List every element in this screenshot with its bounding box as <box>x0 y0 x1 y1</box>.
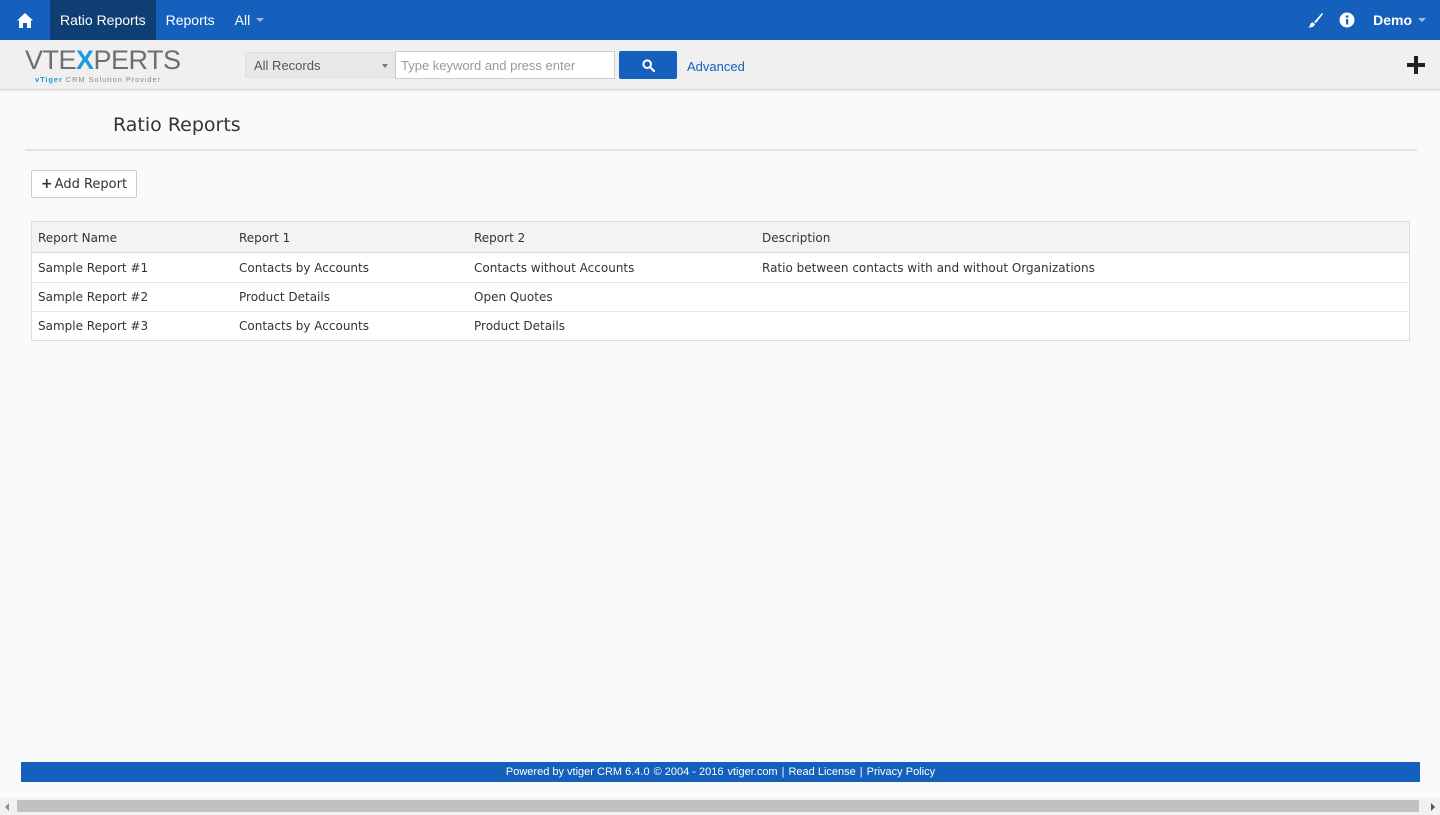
search-button[interactable] <box>619 51 677 79</box>
horizontal-scrollbar[interactable] <box>0 798 1440 815</box>
search-icon <box>641 58 655 72</box>
top-right-tools: Demo <box>1299 0 1440 40</box>
search-bar: VTEXPERTS vTiger CRM Solution Provider A… <box>0 40 1440 90</box>
logo-wordmark: VTEXPERTS <box>25 45 181 75</box>
footer-copyright: © 2004 - 2016 <box>653 766 724 778</box>
brush-icon[interactable] <box>1299 0 1331 40</box>
reports-table: Report Name Report 1 Report 2 Descriptio… <box>31 221 1410 341</box>
chevron-down-icon <box>1418 18 1426 22</box>
chevron-down-icon <box>382 64 388 68</box>
cell-report-2: Contacts without Accounts <box>474 260 635 275</box>
user-menu[interactable]: Demo <box>1363 12 1440 28</box>
quick-create-button[interactable] <box>1403 52 1429 78</box>
record-filter-value: All Records <box>254 58 321 73</box>
tab-label: All <box>234 12 251 28</box>
column-header-description[interactable]: Description <box>756 231 1409 245</box>
add-report-button[interactable]: + Add Report <box>31 170 137 198</box>
user-name: Demo <box>1373 12 1412 28</box>
chevron-down-icon <box>256 18 265 22</box>
privacy-policy-link[interactable]: Privacy Policy <box>867 766 935 778</box>
tab-ratio-reports[interactable]: Ratio Reports <box>50 0 156 40</box>
company-logo[interactable]: VTEXPERTS vTiger CRM Solution Provider <box>25 47 185 85</box>
search-input[interactable] <box>395 51 615 79</box>
cell-report-2: Product Details <box>474 319 565 333</box>
tab-reports[interactable]: Reports <box>156 0 225 40</box>
table-row[interactable]: Sample Report #2 Product Details Open Qu… <box>32 282 1409 311</box>
top-navbar: Ratio Reports Reports All Demo <box>0 0 1440 40</box>
tab-label: Reports <box>165 12 215 28</box>
read-license-link[interactable]: Read License <box>788 766 855 778</box>
cell-report-name: Sample Report #1 <box>38 260 149 275</box>
footer-separator: | <box>859 766 863 778</box>
tab-label: Ratio Reports <box>60 12 146 28</box>
scrollbar-thumb[interactable] <box>17 800 1419 812</box>
cell-report-1: Contacts by Accounts <box>239 260 369 275</box>
table-header-row: Report Name Report 1 Report 2 Descriptio… <box>32 222 1409 253</box>
page-title: Ratio Reports <box>113 114 241 136</box>
footer-separator: | <box>781 766 785 778</box>
divider <box>25 149 1417 151</box>
footer-site-link[interactable]: vtiger.com <box>727 766 777 778</box>
record-filter-select[interactable]: All Records <box>245 52 395 78</box>
plus-icon: + <box>40 176 53 192</box>
logo-tagline: vTiger CRM Solution Provider <box>35 75 161 84</box>
add-report-label: Add Report <box>54 176 128 192</box>
cell-description: Ratio between contacts with and without … <box>762 260 1095 275</box>
cell-report-2: Open Quotes <box>474 290 553 304</box>
table-row[interactable]: Sample Report #1 Contacts by Accounts Co… <box>32 253 1409 282</box>
tab-all-menu[interactable]: All <box>225 0 275 40</box>
advanced-search-link[interactable]: Advanced <box>687 59 745 74</box>
home-icon[interactable] <box>0 0 50 40</box>
cell-report-1: Product Details <box>239 290 330 304</box>
cell-report-1: Contacts by Accounts <box>239 319 369 333</box>
footer: Powered by vtiger CRM 6.4.0 © 2004 - 201… <box>21 762 1420 782</box>
column-header-report-1[interactable]: Report 1 <box>233 231 468 245</box>
info-icon[interactable] <box>1331 0 1363 40</box>
plus-icon <box>1407 56 1425 74</box>
scroll-right-icon[interactable] <box>1431 803 1435 811</box>
column-header-report-name[interactable]: Report Name <box>32 231 233 245</box>
cell-report-name: Sample Report #2 <box>38 290 149 304</box>
cell-report-name: Sample Report #3 <box>38 319 149 333</box>
scroll-left-icon[interactable] <box>5 803 9 811</box>
table-row[interactable]: Sample Report #3 Contacts by Accounts Pr… <box>32 311 1409 340</box>
column-header-report-2[interactable]: Report 2 <box>468 231 756 245</box>
footer-powered: Powered by vtiger CRM 6.4.0 <box>505 766 650 778</box>
